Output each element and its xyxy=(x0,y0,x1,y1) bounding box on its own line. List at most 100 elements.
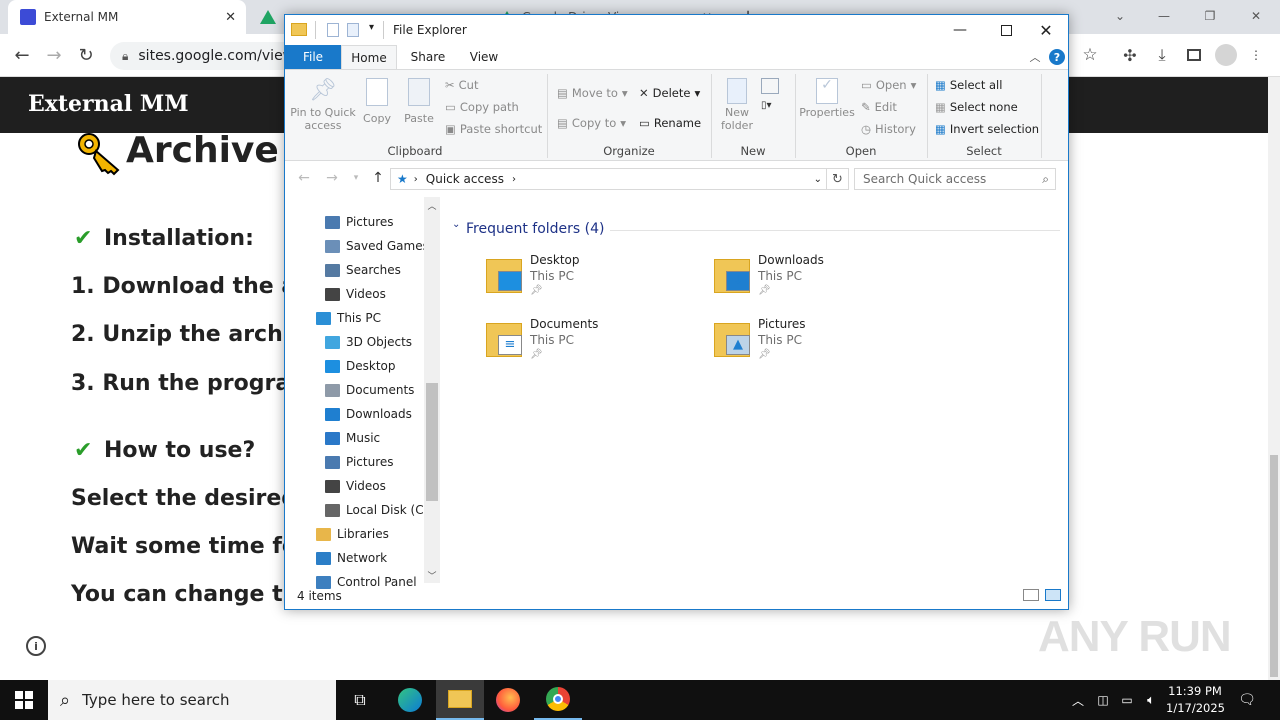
delete-button[interactable]: ✕ Delete ▾ xyxy=(639,86,700,100)
collapse-ribbon-icon[interactable]: ︿ xyxy=(1027,49,1043,65)
back-icon[interactable]: ← xyxy=(10,43,34,67)
restore-browser-icon[interactable]: ❐ xyxy=(1198,4,1222,28)
folder-tile-documents[interactable]: ≡ Documents This PC 📌︎ xyxy=(484,317,704,373)
reload-icon[interactable]: ↻ xyxy=(74,43,98,67)
cut-button[interactable]: ✂ Cut xyxy=(445,78,478,92)
profile-avatar[interactable] xyxy=(1214,43,1238,67)
chrome-icon[interactable] xyxy=(534,680,582,720)
customize-qat-icon[interactable]: ▾ xyxy=(369,22,374,33)
nav-item-this-pc[interactable]: This PC xyxy=(285,306,381,330)
info-icon[interactable]: i xyxy=(26,636,46,656)
tab-external-mm[interactable]: External MM ✕ xyxy=(8,0,246,34)
edit-button[interactable]: ✎ Edit xyxy=(861,100,897,114)
tab-share[interactable]: Share xyxy=(401,45,455,69)
history-button[interactable]: ◷ History xyxy=(861,122,916,136)
task-view-icon[interactable]: ⧉ xyxy=(336,680,384,720)
music-icon xyxy=(325,431,340,445)
nav-scrollbar[interactable]: ︿ ﹀ xyxy=(424,197,440,583)
select-none-button[interactable]: ▦ Select none xyxy=(935,100,1018,114)
bookmark-star-icon[interactable]: ☆ xyxy=(1078,43,1102,67)
nav-item-videos[interactable]: Videos xyxy=(285,282,386,306)
scroll-down-icon[interactable]: ﹀ xyxy=(424,567,440,583)
nav-item-music[interactable]: Music xyxy=(285,426,380,450)
large-icons-view-icon[interactable] xyxy=(1045,589,1061,601)
edge-icon[interactable] xyxy=(386,680,434,720)
new-folder-quick-icon[interactable] xyxy=(347,23,359,37)
section-title[interactable]: Frequent folders (4) xyxy=(466,221,605,237)
tab-view[interactable]: View xyxy=(457,45,511,69)
folder-tile-pictures[interactable]: ▲ Pictures This PC 📌︎ xyxy=(712,317,932,373)
rename-button[interactable]: ▭ Rename xyxy=(639,116,701,130)
nav-item-searches[interactable]: Searches xyxy=(285,258,401,282)
back-icon[interactable]: ← xyxy=(295,169,313,187)
close-icon[interactable]: ✕ xyxy=(1023,15,1069,45)
nav-item-3d-objects[interactable]: 3D Objects xyxy=(285,330,412,354)
show-hidden-icons-icon[interactable]: ︿ xyxy=(1070,690,1086,710)
tab-file[interactable]: File xyxy=(285,45,341,69)
clock[interactable]: 11:39 PM 1/17/2025 xyxy=(1166,683,1225,717)
network-tray-icon[interactable]: ▭ xyxy=(1118,690,1136,710)
firefox-icon[interactable] xyxy=(484,680,532,720)
easy-access-icon[interactable]: ▯▾ xyxy=(761,100,783,116)
nav-item-saved-games[interactable]: Saved Games xyxy=(285,234,429,258)
tab-google-drive[interactable] xyxy=(252,0,282,34)
search-quick-access-input[interactable]: Search Quick access ⌕ xyxy=(854,168,1056,190)
nav-item-videos[interactable]: Videos xyxy=(285,474,386,498)
properties-quick-icon[interactable] xyxy=(327,23,339,37)
paste-button[interactable]: Paste xyxy=(401,78,437,125)
taskbar-search-box[interactable]: ⌕ Type here to search xyxy=(48,680,336,720)
nav-item-downloads[interactable]: Downloads xyxy=(285,402,412,426)
recent-locations-icon[interactable]: ▾ xyxy=(349,169,363,187)
site-title[interactable]: External MM xyxy=(28,91,189,117)
omnibox[interactable]: 🔒︎ sites.google.com/view/e xyxy=(110,42,300,70)
open-button[interactable]: ▭ Open ▾ xyxy=(861,78,916,92)
nav-item-libraries[interactable]: Libraries xyxy=(285,522,389,546)
folder-tile-desktop[interactable]: Desktop This PC 📌︎ xyxy=(484,253,704,309)
nav-scrollbar-thumb[interactable] xyxy=(426,383,438,501)
minimize-browser-icon[interactable]: — xyxy=(1152,4,1176,28)
properties-button[interactable]: ✓ Properties xyxy=(799,78,855,119)
nav-item-pictures[interactable]: Pictures xyxy=(285,210,394,234)
up-icon[interactable]: ↑ xyxy=(369,169,387,187)
notifications-icon[interactable]: 🗨︎ xyxy=(1236,688,1258,712)
close-browser-icon[interactable]: ✕ xyxy=(1244,4,1268,28)
extensions-icon[interactable]: ✣ xyxy=(1118,43,1142,67)
system-tray-device-icon[interactable]: ◫ xyxy=(1094,690,1112,710)
menu-icon[interactable]: ⋮ xyxy=(1244,43,1268,67)
copy-path-button[interactable]: ▭ Copy path xyxy=(445,100,519,114)
file-explorer-taskbar-icon[interactable] xyxy=(436,680,484,720)
page-scrollbar-thumb[interactable] xyxy=(1270,455,1278,677)
pin-to-quick-access-button[interactable]: 📌︎ Pin to Quick access xyxy=(289,78,357,132)
minimize-icon[interactable]: — xyxy=(937,15,983,45)
forward-icon[interactable]: → xyxy=(42,43,66,67)
help-icon[interactable]: ? xyxy=(1049,49,1065,65)
paste-shortcut-button[interactable]: ▣ Paste shortcut xyxy=(445,122,542,136)
address-dropdown-icon[interactable]: ⌄ xyxy=(814,174,822,185)
side-panel-icon[interactable] xyxy=(1182,43,1206,67)
nav-item-pictures[interactable]: Pictures xyxy=(285,450,394,474)
invert-selection-button[interactable]: ▦ Invert selection xyxy=(935,122,1039,136)
nav-item-local-disk-c[interactable]: Local Disk (C:) xyxy=(285,498,432,522)
copy-button[interactable]: Copy xyxy=(359,78,395,125)
new-folder-button[interactable]: New folder xyxy=(717,78,757,132)
select-all-button[interactable]: ▦ Select all xyxy=(935,78,1002,92)
tab-home[interactable]: Home xyxy=(341,45,397,69)
windows-start-icon[interactable] xyxy=(0,680,48,720)
new-item-icon[interactable] xyxy=(761,78,779,94)
nav-item-documents[interactable]: Documents xyxy=(285,378,414,402)
scroll-up-icon[interactable]: ︿ xyxy=(424,197,440,213)
tab-search-icon[interactable]: ⌄ xyxy=(1108,4,1132,28)
nav-item-network[interactable]: Network xyxy=(285,546,387,570)
address-bar[interactable]: ★ › Quick access › ⌄ xyxy=(390,168,827,190)
forward-icon[interactable]: → xyxy=(323,169,341,187)
copy-to-button[interactable]: ▤ Copy to ▾ xyxy=(557,116,626,130)
volume-icon[interactable]: 🔈︎ xyxy=(1142,690,1160,710)
nav-item-desktop[interactable]: Desktop xyxy=(285,354,396,378)
close-tab-icon[interactable]: ✕ xyxy=(225,10,246,25)
folder-tile-downloads[interactable]: ↓ Downloads This PC 📌︎ xyxy=(712,253,932,309)
collapse-section-icon[interactable]: ⌄ xyxy=(452,219,460,230)
downloads-icon[interactable]: ⤓ xyxy=(1150,43,1174,67)
move-to-button[interactable]: ▤ Move to ▾ xyxy=(557,86,628,100)
refresh-icon[interactable]: ↻ xyxy=(827,168,849,190)
details-view-icon[interactable] xyxy=(1023,589,1039,601)
